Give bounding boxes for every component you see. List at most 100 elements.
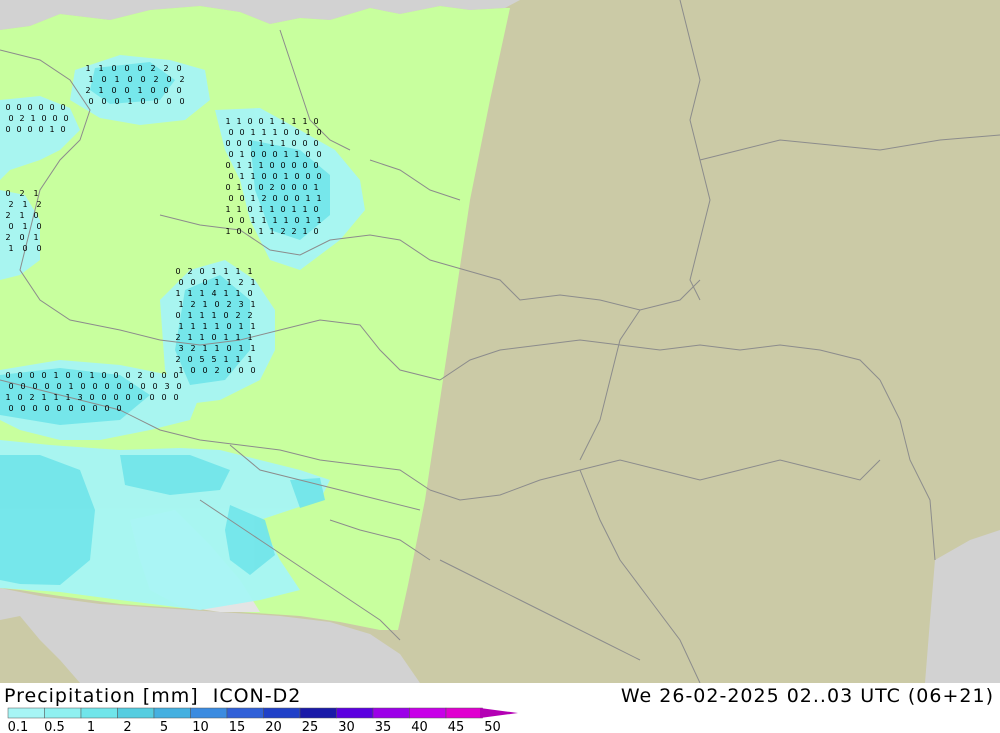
precipitation-value: 1 (269, 205, 274, 214)
precipitation-value: 1 (223, 267, 228, 276)
precipitation-value: 0 (280, 161, 285, 170)
precipitation-value: 0 (176, 382, 181, 391)
precipitation-value: 1 (49, 125, 54, 134)
precipitation-value: 0 (16, 125, 21, 134)
precipitation-value: 1 (261, 128, 266, 137)
precipitation-value: 0 (140, 75, 145, 84)
precipitation-value: 0 (302, 183, 307, 192)
precipitation-value: 1 (283, 172, 288, 181)
precipitation-value: 0 (92, 382, 97, 391)
precipitation-value: 0 (211, 333, 216, 342)
precipitation-value: 1 (223, 333, 228, 342)
precipitation-value: 0 (137, 64, 142, 73)
precipitation-value: 0 (113, 393, 118, 402)
precipitation-value: 0 (8, 114, 13, 123)
precipitation-value: 0 (137, 393, 142, 402)
precipitation-value: 0 (236, 227, 241, 236)
precipitation-value: 0 (291, 183, 296, 192)
precipitation-value: 0 (5, 189, 10, 198)
precipitation-value: 2 (280, 227, 285, 236)
precipitation-value: 2 (190, 300, 195, 309)
precipitation-value: 0 (161, 371, 166, 380)
precipitation-value: 0 (44, 382, 49, 391)
precipitation-value: 1 (250, 322, 255, 331)
precipitation-value: 1 (235, 355, 240, 364)
precipitation-value: 0 (202, 278, 207, 287)
precipitation-value: 2 (137, 371, 142, 380)
precipitation-value: 0 (153, 97, 158, 106)
precipitation-value: 0 (176, 64, 181, 73)
precipitation-value: 0 (247, 289, 252, 298)
precipitation-value: 0 (272, 172, 277, 181)
precipitation-value: 1 (280, 139, 285, 148)
precipitation-value: 0 (302, 161, 307, 170)
precipitation-value: 1 (236, 205, 241, 214)
precipitation-value: 4 (211, 289, 216, 298)
precipitation-value: 0 (60, 103, 65, 112)
precipitation-value: 1 (261, 216, 266, 225)
precipitation-value: 0 (149, 393, 154, 402)
precipitation-value: 0 (269, 161, 274, 170)
precipitation-value: 0 (236, 139, 241, 148)
precipitation-value: 0 (250, 150, 255, 159)
precipitation-value: 0 (124, 86, 129, 95)
precipitation-value: 0 (89, 393, 94, 402)
precipitation-value: 0 (44, 404, 49, 413)
map-title: Precipitation [mm] ICON-D2 (4, 685, 301, 707)
precipitation-value: 1 (250, 300, 255, 309)
precipitation-value: 1 (68, 382, 73, 391)
precipitation-value: 0 (56, 404, 61, 413)
precipitation-value: 1 (235, 333, 240, 342)
precipitation-value: 1 (53, 393, 58, 402)
color-legend: 0.1 0.5 1 2 5 10 15 20 25 30 35 40 45 50 (8, 707, 518, 733)
precipitation-value: 1 (294, 150, 299, 159)
model-label: ICON-D2 (212, 685, 302, 707)
precipitation-value: 0 (166, 75, 171, 84)
precipitation-value: 0 (239, 194, 244, 203)
precipitation-value: 0 (305, 172, 310, 181)
precipitation-value: 1 (250, 216, 255, 225)
legend-box (445, 707, 483, 719)
precipitation-value: 1 (235, 289, 240, 298)
precipitation-value: 1 (98, 86, 103, 95)
precipitation-value: 1 (272, 128, 277, 137)
precipitation-value: 0 (77, 371, 82, 380)
precipitation-value: 0 (228, 128, 233, 137)
legend-tick: 2 (123, 720, 131, 733)
precipitation-value: 0 (27, 125, 32, 134)
precipitation-value: 1 (53, 371, 58, 380)
precipitation-value: 1 (250, 172, 255, 181)
precipitation-value: 0 (125, 393, 130, 402)
legend-tick: 20 (265, 720, 282, 733)
precipitation-value: 1 (239, 172, 244, 181)
precipitation-value: 0 (247, 227, 252, 236)
precipitation-value: 0 (173, 371, 178, 380)
precipitation-value: 0 (49, 103, 54, 112)
precipitation-value: 0 (261, 172, 266, 181)
precipitation-value: 0 (16, 103, 21, 112)
precipitation-value: 1 (178, 366, 183, 375)
precipitation-value: 0 (226, 366, 231, 375)
precipitation-value: 0 (202, 366, 207, 375)
precipitation-value: 1 (211, 311, 216, 320)
precipitation-value: 1 (225, 227, 230, 236)
precipitation-value: 1 (269, 117, 274, 126)
precipitation-value: 1 (178, 300, 183, 309)
precipitation-value: 0 (125, 371, 130, 380)
precipitation-value: 1 (283, 150, 288, 159)
precipitation-value: 2 (163, 64, 168, 73)
precipitation-value: 1 (41, 393, 46, 402)
precipitation-value: 1 (305, 128, 310, 137)
precipitation-value: 0 (214, 300, 219, 309)
precipitation-value: 0 (52, 114, 57, 123)
precipitation-value: 0 (291, 139, 296, 148)
legend-box (299, 707, 337, 719)
precipitation-value: 2 (238, 278, 243, 287)
precipitation-value: 0 (19, 233, 24, 242)
precipitation-map[interactable]: 1 1 0 0 0 2 2 01 0 1 0 0 2 0 22 1 0 0 1 0 0 00 0 0 1 0 0 0 00 0 0 0 0 00 2… (0, 0, 1000, 683)
precipitation-value: 2 (29, 393, 34, 402)
precipitation-value: 1 (316, 194, 321, 203)
legend-box (117, 707, 155, 719)
legend-tick-labels: 0.1 0.5 1 2 5 10 15 20 25 30 35 40 45 50 (8, 720, 501, 733)
precipitation-value: 0 (5, 125, 10, 134)
